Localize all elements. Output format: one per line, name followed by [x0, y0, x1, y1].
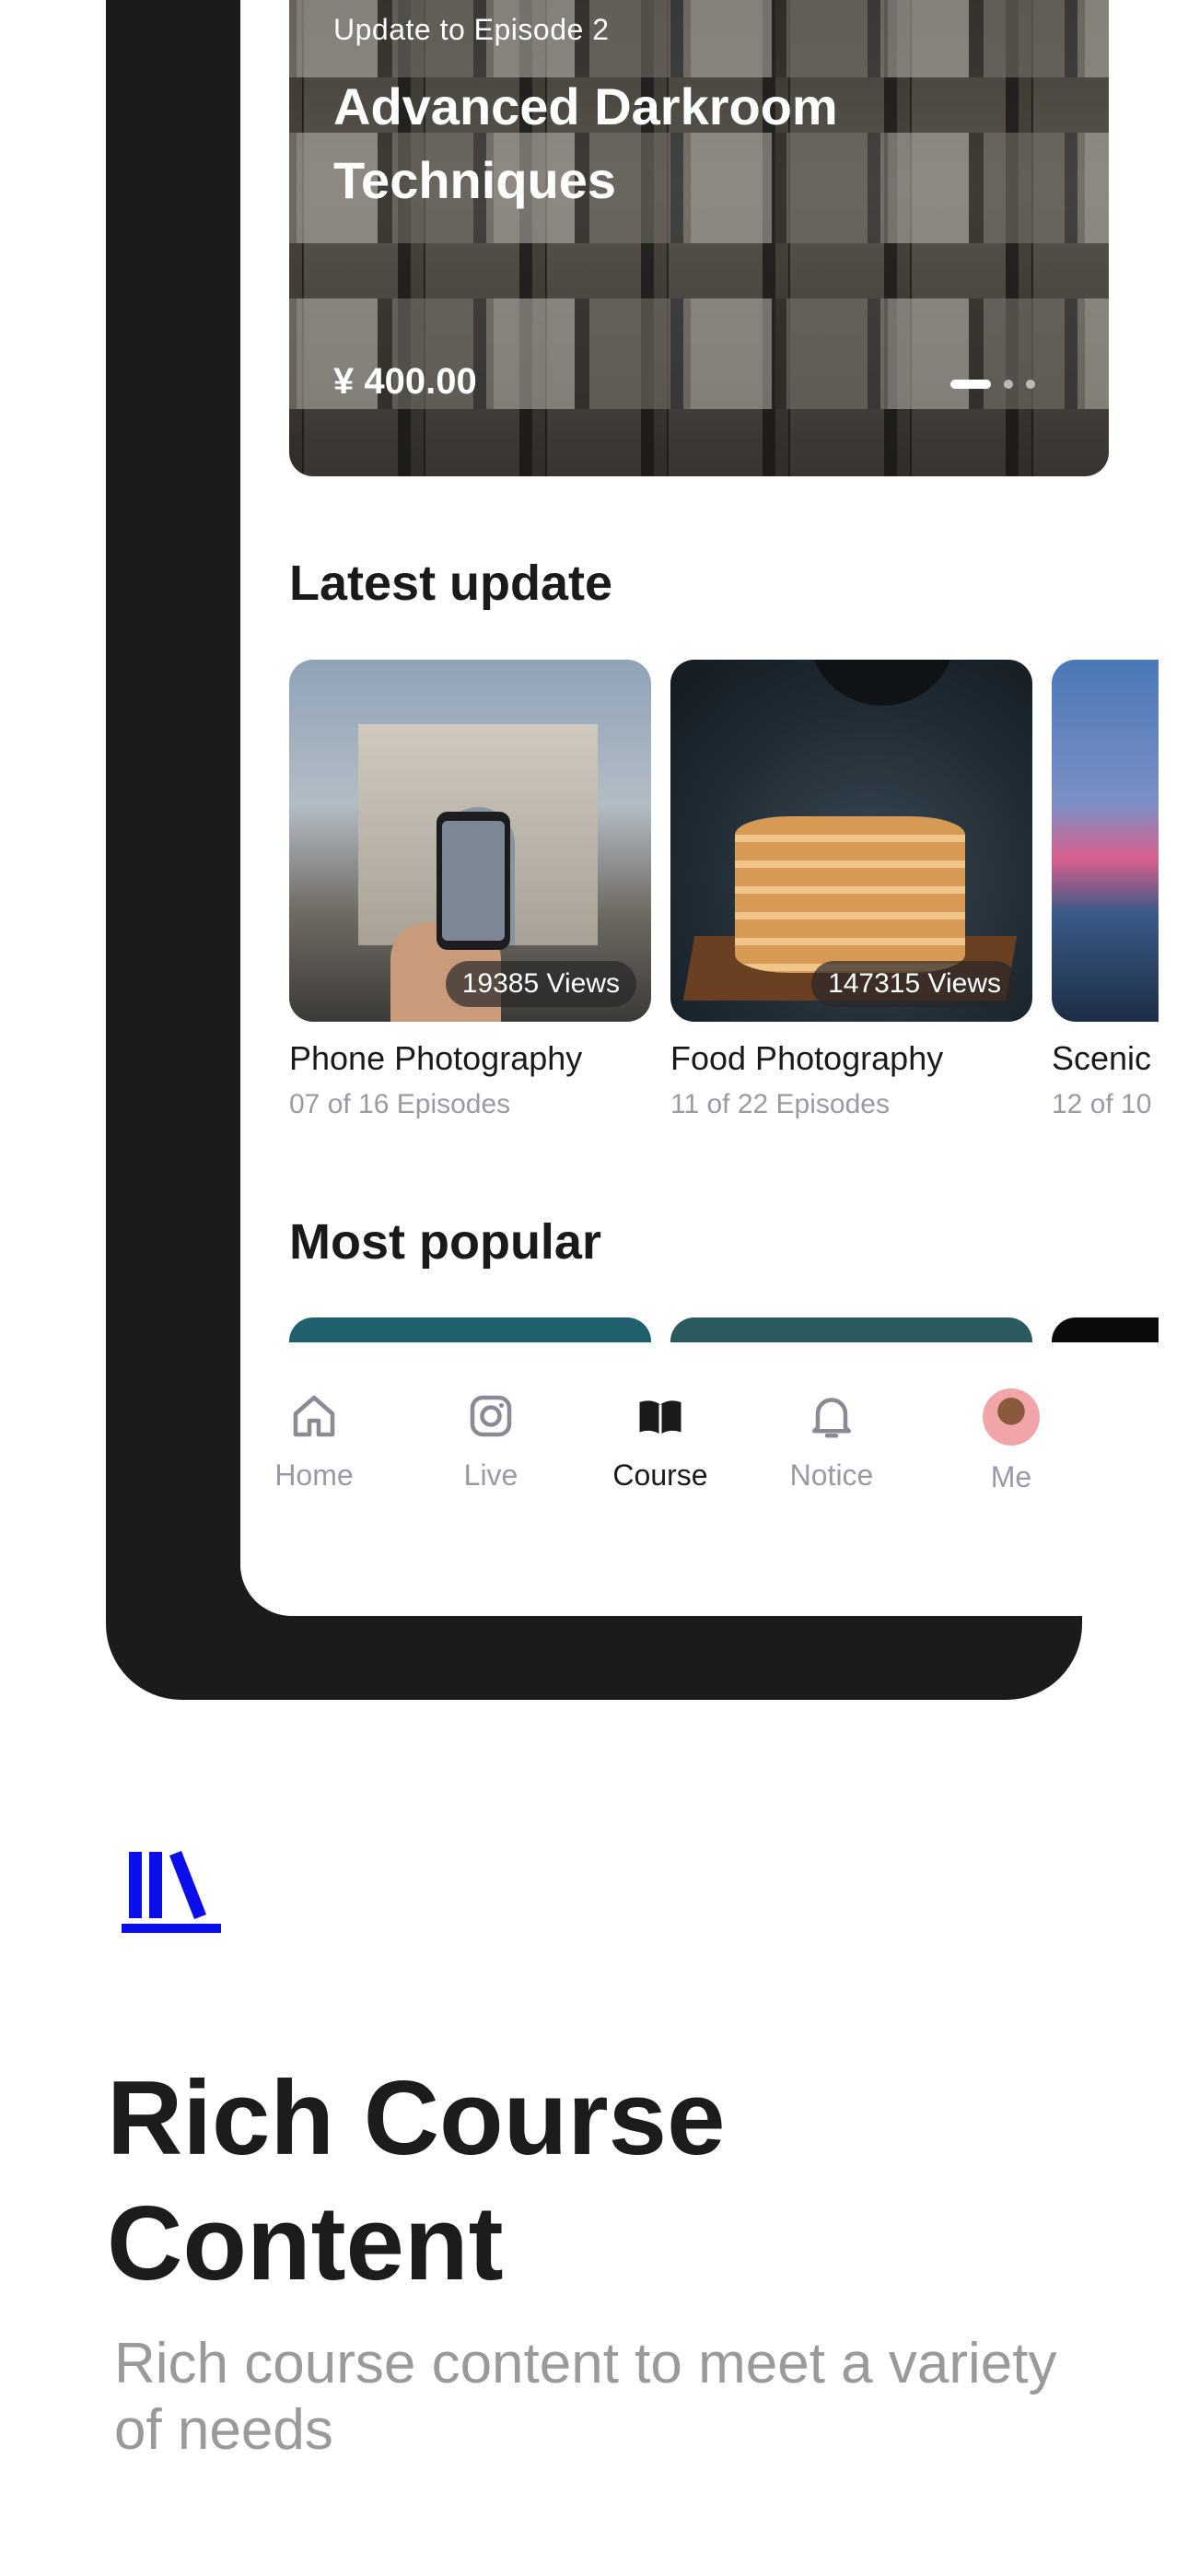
promo-title: Rich Course Content — [107, 2060, 726, 2302]
course-card[interactable]: 19385 Views Phone Photography 07 of 16 E… — [289, 660, 651, 1119]
carousel-dot[interactable] — [1004, 380, 1013, 389]
home-icon — [293, 1395, 335, 1437]
instagram-icon — [470, 1395, 512, 1437]
book-icon — [639, 1400, 681, 1434]
most-popular-carousel[interactable] — [289, 1317, 1159, 1391]
bottom-tab-bar: Home Live Course Notice Me — [240, 1342, 1159, 1616]
latest-update-heading: Latest update — [289, 556, 613, 611]
tab-label: Me — [990, 1460, 1032, 1493]
course-title[interactable]: Phone Photography — [289, 1039, 582, 1078]
course-episodes: 11 of 22 Episodes — [670, 1089, 890, 1119]
promo-description: Rich course content to meet a variety of… — [114, 2332, 1057, 2462]
latest-update-carousel[interactable]: 19385 Views Phone Photography 07 of 16 E… — [289, 660, 1159, 1139]
course-card[interactable]: Scenic 12 of 10 — [1052, 660, 1159, 1119]
phone-frame: Update to Episode 2 Advanced Darkroom Te… — [106, 0, 1159, 1700]
course-episodes: 07 of 16 Episodes — [289, 1089, 511, 1119]
bell-icon — [812, 1398, 851, 1438]
course-title[interactable]: Food Photography — [670, 1039, 943, 1078]
tab-course[interactable]: Course — [587, 1388, 734, 1493]
smartphone-image — [437, 812, 510, 950]
tab-label: Course — [612, 1458, 708, 1492]
tab-live[interactable]: Live — [417, 1388, 565, 1493]
course-title[interactable]: Scenic — [1052, 1039, 1151, 1078]
app-screen: Update to Episode 2 Advanced Darkroom Te… — [240, 0, 1159, 1616]
course-thumbnail[interactable]: 19385 Views — [289, 660, 651, 1022]
tab-label: Notice — [789, 1458, 874, 1492]
tab-label: Home — [274, 1458, 354, 1492]
views-badge: 19385 Views — [445, 961, 636, 1007]
course-card[interactable]: 147315 Views Food Photography 11 of 22 E… — [670, 660, 1032, 1119]
most-popular-heading: Most popular — [289, 1214, 601, 1270]
course-thumbnail[interactable] — [1052, 660, 1159, 1022]
tab-notice[interactable]: Notice — [758, 1388, 905, 1493]
carousel-dot[interactable] — [1026, 380, 1035, 389]
hero-price: ¥ 400.00 — [333, 361, 477, 402]
tab-label: Live — [463, 1458, 518, 1492]
pancake-stack-image — [735, 816, 965, 973]
course-thumbnail[interactable]: 147315 Views — [670, 660, 1032, 1022]
hero-subtitle: Update to Episode 2 — [333, 13, 610, 46]
hero-banner[interactable]: Update to Episode 2 Advanced Darkroom Te… — [289, 0, 1109, 476]
syrup-pot-image — [809, 660, 956, 706]
tab-home[interactable]: Home — [240, 1388, 388, 1493]
course-episodes: 12 of 10 — [1052, 1089, 1152, 1119]
tab-me[interactable]: Me — [938, 1388, 1085, 1494]
library-icon — [122, 1851, 221, 1933]
avatar — [983, 1388, 1040, 1446]
carousel-indicator[interactable] — [950, 380, 1035, 389]
hero-title: Advanced Darkroom Techniques — [333, 77, 838, 209]
carousel-dot-active[interactable] — [950, 380, 991, 389]
views-badge: 147315 Views — [811, 961, 1018, 1007]
